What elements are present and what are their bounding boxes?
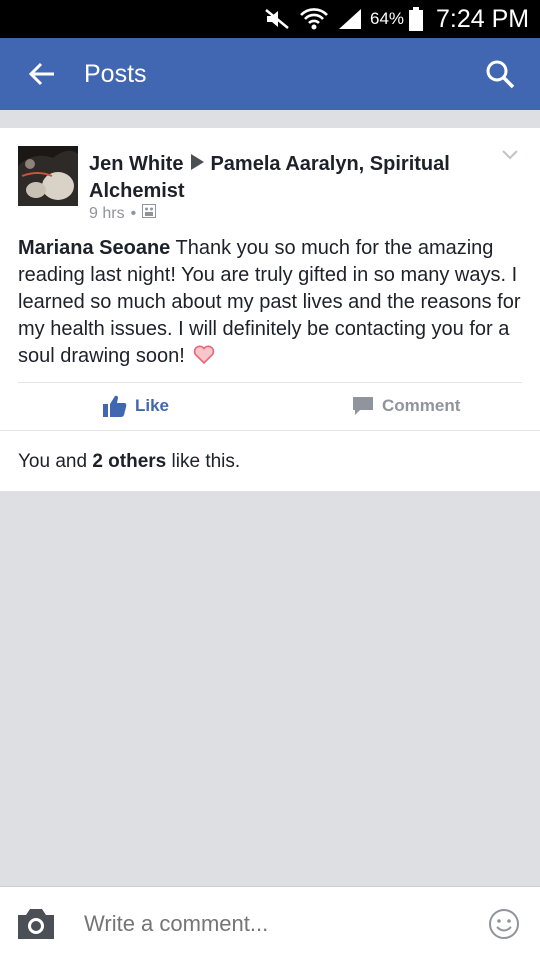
comment-bubble-icon [353,397,373,415]
commenter-name[interactable]: Mariana Seoane [18,237,170,259]
chevron-down-icon[interactable] [500,148,520,162]
heart-icon [193,345,215,365]
thumbs-up-icon [103,395,127,417]
divider [0,430,540,431]
page-title: Posts [84,60,147,88]
comment-button[interactable]: Comment [352,386,460,426]
post-meta: 9 hrs • [89,204,157,223]
likes-suffix: like this. [166,451,241,472]
emoji-smiley-icon[interactable] [488,908,520,940]
shared-to-arrow-icon [191,154,205,170]
likes-count: 2 others [92,451,167,472]
comment-input[interactable] [84,911,464,937]
status-bar: 64% 7:24 PM [0,0,540,38]
post-time[interactable]: 9 hrs [89,205,125,223]
post-body: Mariana Seoane Thank you so much for the… [18,235,528,370]
meta-separator: • [130,204,137,222]
status-time: 7:24 PM [436,5,530,33]
comment-label: Comment [382,396,461,415]
battery-icon [408,0,424,38]
likes-summary[interactable]: You and 2 others like this. [18,451,240,473]
like-button[interactable]: Like [103,386,169,426]
app-bar: Posts [0,38,540,110]
divider [18,382,522,383]
mute-icon [262,0,292,38]
avatar[interactable] [18,146,78,206]
audience-icon [142,204,157,223]
battery-percent: 64% [370,9,405,28]
post-card: Jen White Pamela Aaralyn, Spiritual Alche… [0,128,540,491]
back-arrow-icon[interactable] [24,56,60,92]
camera-icon[interactable] [16,907,56,941]
author-name[interactable]: Jen White [89,153,183,175]
post-header: Jen White Pamela Aaralyn, Spiritual Alche… [89,151,489,205]
signal-icon [336,0,364,38]
like-label: Like [135,396,170,415]
wifi-icon [298,0,330,38]
likes-prefix: You and [18,451,93,472]
search-icon[interactable] [482,56,518,92]
comment-composer [0,886,540,960]
